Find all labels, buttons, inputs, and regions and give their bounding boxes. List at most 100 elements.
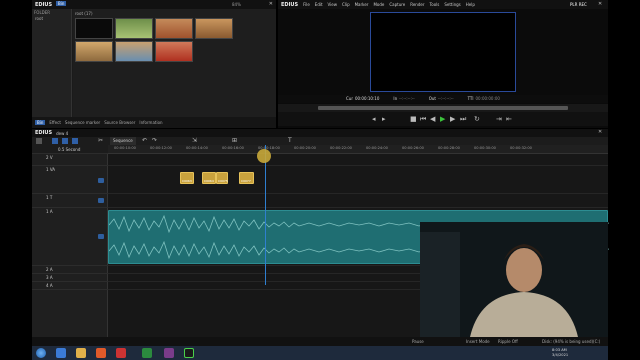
clip-thumbnail[interactable] <box>115 41 153 62</box>
scrub-bar[interactable] <box>278 104 608 112</box>
title-tool-icon[interactable]: T <box>288 137 292 144</box>
track-header[interactable]: 3 A <box>32 274 108 282</box>
close-icon[interactable]: ✕ <box>269 1 273 7</box>
status-insert-mode[interactable]: Insert Mode <box>466 339 490 344</box>
scale-label[interactable]: 0.5 Second <box>58 147 80 152</box>
clip-label: C0064 <box>204 179 214 183</box>
track-lane[interactable] <box>108 194 608 208</box>
mode-badge[interactable]: PLR REC <box>570 2 587 7</box>
bin-path: root (17) <box>75 11 93 16</box>
track-lane[interactable] <box>108 154 608 166</box>
mode-icon[interactable] <box>52 138 58 144</box>
insert-icon[interactable]: ⇥ <box>496 115 502 123</box>
tab-sequence-marker[interactable]: Sequence marker <box>65 120 100 125</box>
clip-thumbnail[interactable] <box>155 41 193 62</box>
track-header[interactable]: 4 A <box>32 282 108 290</box>
track-name: 2 V <box>46 155 53 160</box>
bin-tabs: Bin Effect Sequence marker Source Browse… <box>32 117 276 128</box>
clip-thumbnail[interactable] <box>75 18 113 39</box>
tab-effect[interactable]: Effect <box>49 120 61 125</box>
app-icon[interactable] <box>142 348 152 358</box>
cut-icon[interactable]: ✂ <box>98 137 103 144</box>
project-name: dew 4 <box>56 130 69 136</box>
bin-brand: EDIUS <box>35 2 53 8</box>
track-name: 2 A <box>46 267 53 272</box>
mode-icon[interactable] <box>62 138 68 144</box>
menu-edit[interactable]: Edit <box>315 2 323 7</box>
menu-help[interactable]: Help <box>466 2 475 7</box>
tool-icon[interactable] <box>36 138 42 144</box>
tool-icon[interactable]: ⊞ <box>232 137 237 144</box>
step-forward-icon[interactable]: ▶ <box>450 115 455 123</box>
track-toggle-icon[interactable] <box>98 198 104 203</box>
menu-tools[interactable]: Tools <box>430 2 440 7</box>
playhead-cursor[interactable] <box>257 149 271 163</box>
folder-icon[interactable] <box>76 348 86 358</box>
timeline-ruler[interactable]: 00:00:10:00 00:00:12:00 00:00:14:00 00:0… <box>108 145 608 154</box>
menu-settings[interactable]: Settings <box>444 2 460 7</box>
set-in-icon[interactable]: ◂ <box>372 115 376 123</box>
start-button-icon[interactable] <box>36 348 46 358</box>
preview-monitor[interactable] <box>370 12 516 92</box>
video-clip[interactable]: C0075 <box>216 172 228 184</box>
menu-file[interactable]: File <box>303 2 310 7</box>
menu-marker[interactable]: Marker <box>355 2 369 7</box>
track-header[interactable]: 1 T <box>32 194 108 208</box>
track-toggle-icon[interactable] <box>98 234 104 239</box>
status-ripple[interactable]: Ripple Off <box>498 339 518 344</box>
track-header[interactable]: 1 A <box>32 208 108 266</box>
track-header[interactable]: 2 V <box>32 154 108 166</box>
scrub-track[interactable] <box>318 106 568 110</box>
menu-view[interactable]: View <box>328 2 338 7</box>
step-back-icon[interactable]: ◀ <box>430 115 435 123</box>
timeline-brand: EDIUS <box>35 130 53 136</box>
track-toggle-icon[interactable] <box>98 178 104 183</box>
track-header[interactable]: 2 A <box>32 266 108 274</box>
redo-icon[interactable]: ↷ <box>152 137 157 144</box>
sequence-tab[interactable]: Sequence <box>110 137 136 145</box>
bin-badge[interactable]: Bin <box>56 1 67 6</box>
play-icon[interactable]: ▶ <box>440 115 445 123</box>
bin-zoom: 84% <box>232 2 241 7</box>
menu-capture[interactable]: Capture <box>389 2 405 7</box>
bin-title-bar: EDIUS Bin 84% ✕ <box>32 0 276 9</box>
menu-mode[interactable]: Mode <box>373 2 384 7</box>
video-clip[interactable]: C0077 <box>239 172 254 184</box>
clip-thumbnail[interactable] <box>115 18 153 39</box>
ruler-tick: 00:00:30:00 <box>474 146 496 150</box>
app-icon[interactable] <box>164 348 174 358</box>
menu-clip[interactable]: Clip <box>342 2 350 7</box>
edius-taskbar-icon[interactable] <box>184 348 194 358</box>
player-window: EDIUS File Edit View Clip Marker Mode Ca… <box>278 0 608 128</box>
clip-thumbnail[interactable] <box>155 18 193 39</box>
video-clip[interactable]: C0064 <box>202 172 216 184</box>
bin-window: EDIUS Bin 84% ✕ FOLDER root root (17) Bi… <box>32 0 276 128</box>
browser-icon[interactable] <box>56 348 66 358</box>
clip-thumbnail[interactable] <box>75 41 113 62</box>
rewind-icon[interactable]: ⏮ <box>420 115 426 124</box>
overwrite-icon[interactable]: ⇤ <box>506 115 512 123</box>
timeline-title-bar: EDIUS dew 4 ✕ <box>32 129 608 137</box>
track-header[interactable]: 1 VA <box>32 166 108 194</box>
track-lane[interactable]: C0063 C0064 C0075 C0077 <box>108 166 608 194</box>
tab-source-browser[interactable]: Source Browser <box>104 120 135 125</box>
video-clip[interactable]: C0063 <box>180 172 194 184</box>
tool-icon[interactable]: ⇲ <box>192 137 197 144</box>
playhead-line[interactable] <box>265 145 266 285</box>
app-icon[interactable] <box>96 348 106 358</box>
tab-information[interactable]: Information <box>139 120 162 125</box>
close-icon[interactable]: ✕ <box>598 129 602 135</box>
stop-icon[interactable]: ■ <box>410 115 417 123</box>
ruler-tick: 00:00:10:00 <box>114 146 136 150</box>
loop-icon[interactable]: ↻ <box>474 115 480 123</box>
set-out-icon[interactable]: ▸ <box>382 115 386 123</box>
menu-render[interactable]: Render <box>410 2 424 7</box>
tree-root[interactable]: root <box>32 16 71 21</box>
tab-bin[interactable]: Bin <box>35 120 46 125</box>
undo-icon[interactable]: ↶ <box>142 137 147 144</box>
mode-icon[interactable] <box>72 138 78 144</box>
app-icon[interactable] <box>116 348 126 358</box>
close-icon[interactable]: ✕ <box>598 1 602 7</box>
fast-forward-icon[interactable]: ⏭ <box>460 115 466 124</box>
clip-thumbnail[interactable] <box>195 18 233 39</box>
